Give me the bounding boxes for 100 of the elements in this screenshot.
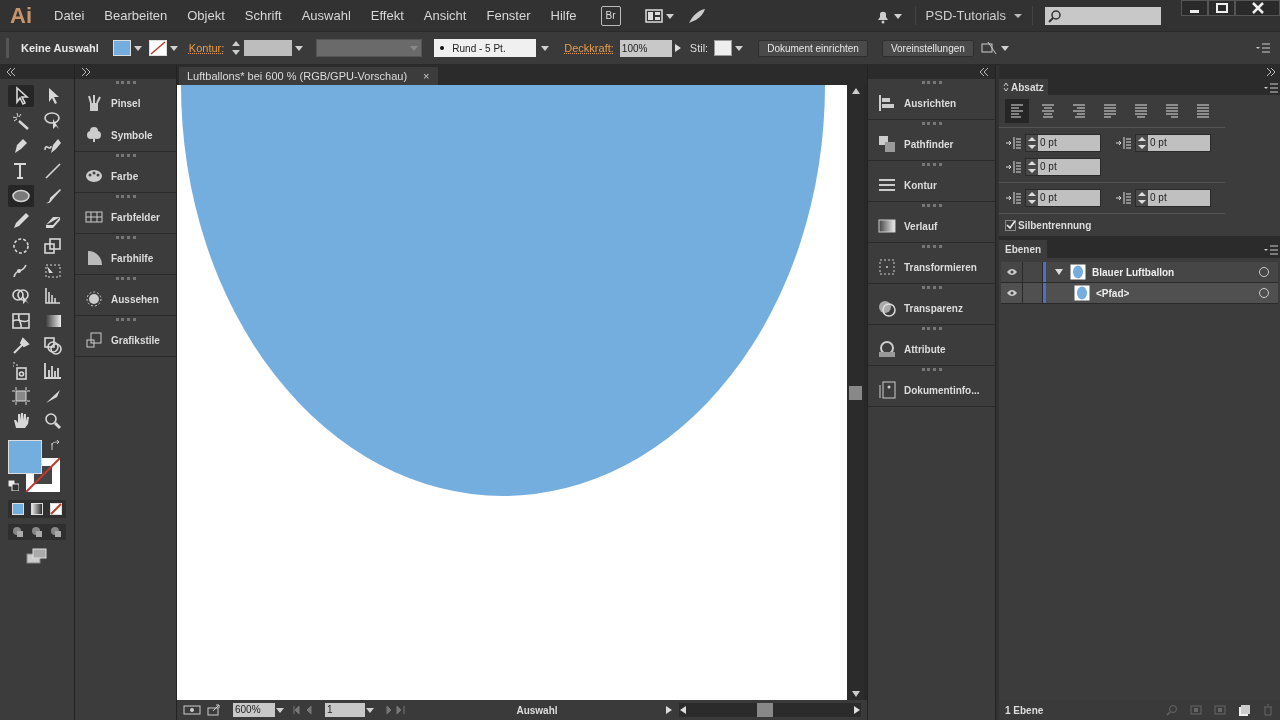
none-icon (50, 503, 63, 515)
feather-icon (686, 6, 707, 25)
panel-tab[interactable]: Ausrichten (868, 87, 995, 119)
align-text-icon (1163, 101, 1181, 121)
menu-item[interactable]: Auswahl (291, 5, 361, 26)
panel-tab[interactable]: Grafikstile (75, 324, 176, 356)
stroke-icon (148, 40, 167, 56)
scale-icon (43, 236, 63, 256)
panel-tab[interactable]: Attribute (868, 333, 995, 365)
panel-tab[interactable]: Pinsel (75, 87, 176, 119)
shape-builder-icon (11, 286, 31, 306)
maximize-button[interactable] (1208, 0, 1235, 16)
stepper-icon (1136, 190, 1148, 206)
menu-item[interactable]: Schrift (234, 5, 292, 26)
opacity-field[interactable]: 100% (619, 39, 672, 57)
mesh-icon (11, 311, 31, 331)
layout-icon (644, 8, 663, 23)
menu-item[interactable]: Hilfe (540, 5, 587, 26)
menu-item[interactable]: Fenster (476, 5, 541, 26)
layout-button[interactable] (644, 8, 675, 23)
collapse-icon (6, 68, 16, 76)
alignment-button[interactable] (1005, 99, 1029, 123)
scroll-right-icon (853, 705, 861, 715)
caret-icon (365, 706, 377, 714)
align-text-icon (1039, 101, 1057, 121)
fill-icon (112, 40, 131, 56)
expand-icon (81, 68, 91, 76)
minimize-button[interactable] (1181, 0, 1208, 16)
app-logo: Ai (9, 2, 33, 30)
feather-button[interactable] (686, 6, 707, 25)
panel-tab[interactable]: Farbe (75, 160, 176, 192)
toolbar-button[interactable]: Voreinstellungen (881, 39, 974, 57)
panel-tab[interactable]: Ebenen (999, 240, 1048, 258)
target-icon (1258, 287, 1270, 299)
panel-tab[interactable]: Farbfelder (75, 201, 176, 233)
panel-tab[interactable]: Pathfinder (868, 128, 995, 160)
arrange-icon (979, 40, 998, 56)
tool-button[interactable] (8, 85, 34, 107)
squares-icon (85, 331, 103, 349)
panel-tab[interactable]: Absatz (999, 79, 1048, 95)
tool-button[interactable] (8, 185, 34, 207)
fill-stroke-swatches[interactable] (8, 440, 60, 492)
style-dropdown[interactable] (714, 40, 745, 56)
hand-icon (11, 411, 31, 431)
artboard-icon (11, 386, 31, 406)
brush-dropdown[interactable]: Rund - 5 Pt. (434, 39, 537, 57)
transform-icon (878, 258, 896, 276)
number-field[interactable]: 0 pt (1025, 158, 1101, 176)
menu-item[interactable]: Bearbeiten (94, 5, 178, 26)
panel-tab[interactable]: Symbole (75, 119, 176, 151)
arrange-dropdown[interactable] (979, 40, 1010, 56)
maximize-icon (1215, 3, 1228, 13)
search-field[interactable] (1045, 6, 1161, 25)
panel-tab[interactable]: Farbhilfe (75, 242, 176, 274)
vertical-scrollbar[interactable] (847, 85, 864, 700)
layer-row[interactable]: <Pfad> (1001, 283, 1278, 304)
style-label: Stil: (689, 40, 709, 56)
number-field[interactable]: 0 pt (1135, 134, 1211, 152)
free-transform-icon (43, 261, 63, 281)
panel-tab[interactable]: Transformieren (868, 251, 995, 283)
dot-icon (440, 46, 445, 50)
club-icon (85, 126, 103, 144)
scroll-thumb[interactable] (757, 703, 773, 717)
close-button[interactable] (1235, 0, 1280, 16)
align-text-icon (1008, 101, 1026, 121)
close-tab-button[interactable]: × (423, 67, 430, 85)
scroll-down-icon (850, 690, 861, 698)
panel-tab[interactable]: Dokumentinfo... (868, 374, 995, 406)
panel-tab[interactable]: Transparenz (868, 292, 995, 324)
brush-icon (85, 94, 103, 112)
hyphenation-checkbox[interactable]: Silbentrennung (999, 214, 1098, 236)
number-field[interactable]: 0 pt (1135, 189, 1211, 207)
screen-mode-button[interactable] (26, 548, 48, 564)
default-colors-icon (8, 480, 19, 491)
check-icon (1005, 220, 1016, 230)
panel-tab[interactable]: Kontur (868, 169, 995, 201)
fill-dropdown[interactable] (112, 40, 143, 56)
menu-item[interactable]: Effekt (360, 5, 414, 26)
panel-tab[interactable]: Verlauf (868, 210, 995, 242)
scroll-left-icon (679, 705, 687, 715)
opacity-label[interactable]: Deckkraft: (564, 39, 614, 57)
scroll-thumb[interactable] (849, 385, 862, 400)
export-icon (207, 704, 221, 716)
bridge-button[interactable]: Br (600, 5, 621, 26)
horizontal-scrollbar[interactable] (679, 703, 861, 717)
workspace-switcher[interactable]: PSD-Tutorials (914, 5, 1033, 26)
menu-item[interactable]: Datei (44, 5, 95, 26)
stroke-label[interactable]: Kontur: (188, 39, 225, 57)
menu-item[interactable]: Objekt (177, 5, 235, 26)
layer-row[interactable]: Blauer Luftballon (1001, 262, 1278, 283)
stroke-dropdown[interactable] (148, 40, 179, 56)
panel-tab[interactable]: Aussehen (75, 283, 176, 315)
layer-thumbnail-icon (1070, 264, 1086, 280)
screen-mode-icon (26, 548, 48, 564)
document-tab[interactable]: Luftballons* bei 600 % (RGB/GPU-Vorschau) × (179, 67, 438, 85)
menu-item[interactable]: Ansicht (413, 5, 477, 26)
number-field[interactable]: 0 pt (1025, 134, 1101, 152)
number-field[interactable]: 0 pt (1025, 189, 1101, 207)
toolbar-button[interactable]: Dokument einrichten (758, 39, 868, 57)
grid-icon (85, 208, 103, 226)
